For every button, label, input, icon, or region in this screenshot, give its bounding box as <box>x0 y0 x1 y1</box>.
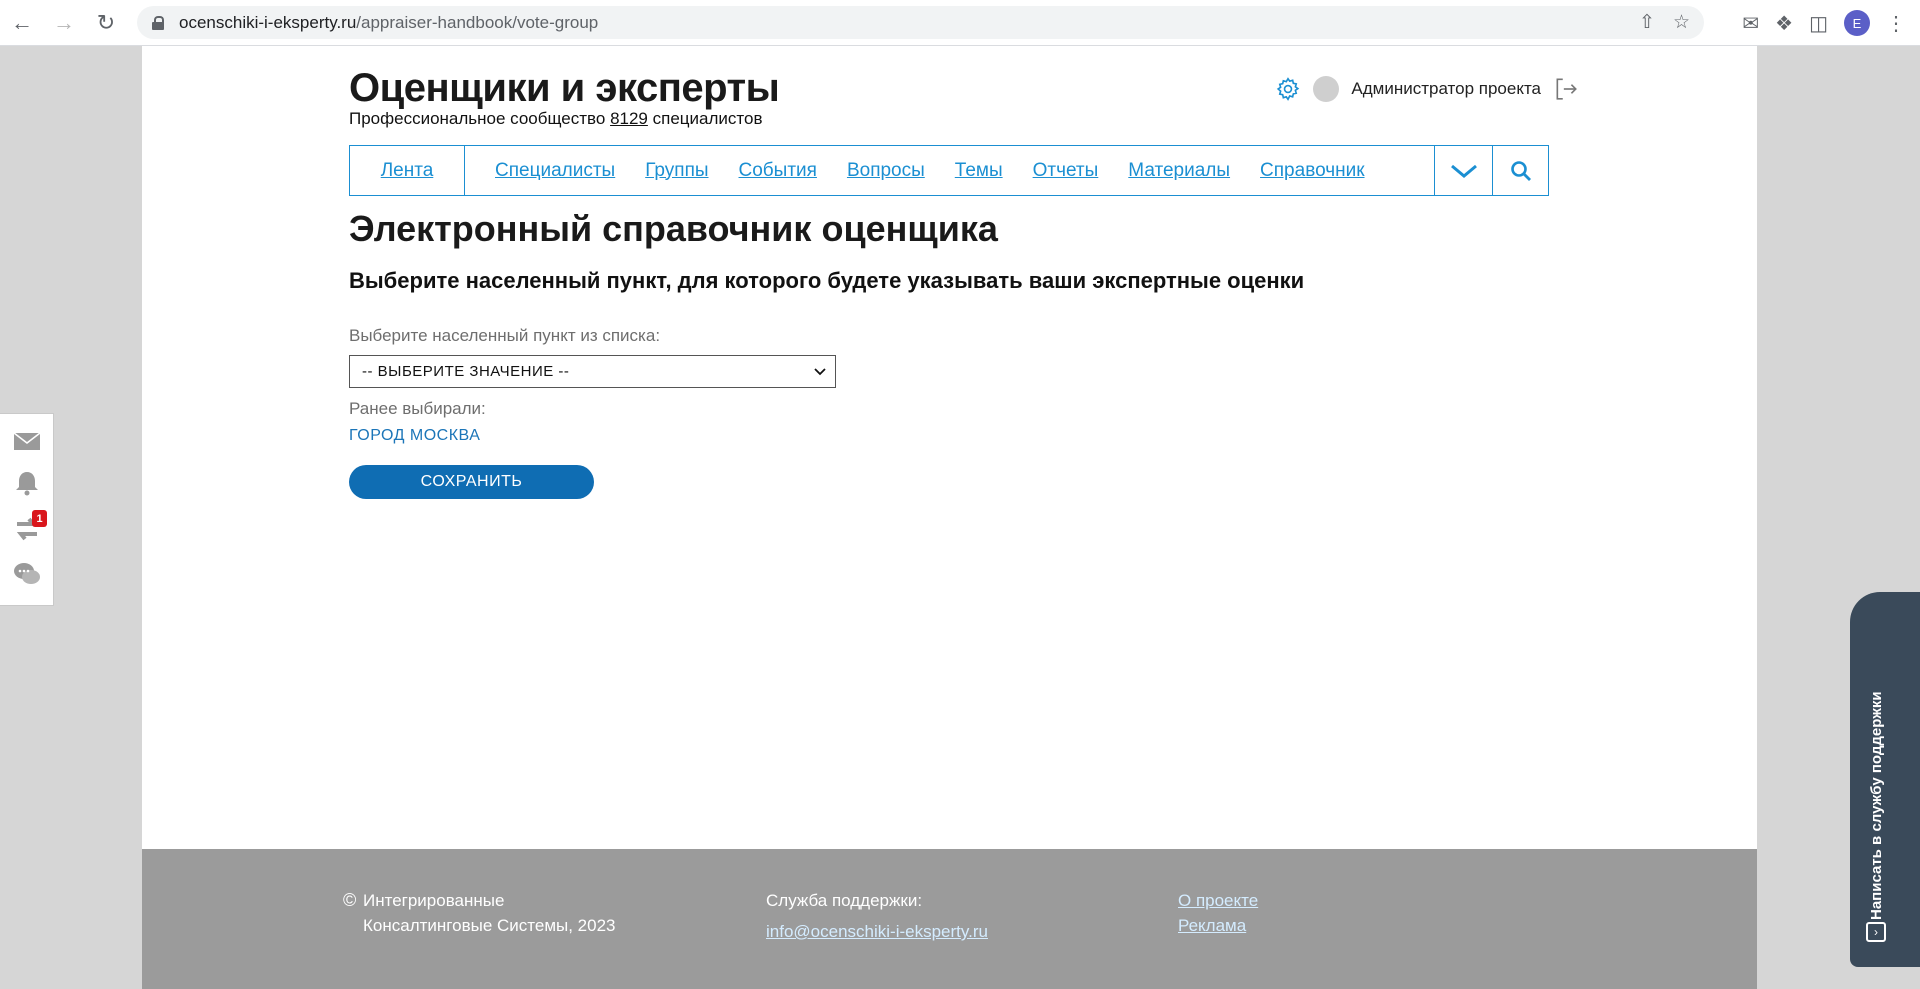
tagline-prefix: Профессиональное сообщество <box>349 109 606 128</box>
previous-selection-link[interactable]: ГОРОД МОСКВА <box>349 427 480 445</box>
support-chat-tab[interactable]: Написать в службу поддержки › <box>1850 592 1920 967</box>
reload-icon[interactable]: ↻ <box>86 3 126 43</box>
nav-more-button[interactable] <box>1434 146 1492 195</box>
browser-toolbar: ← → ↻ ocenschiki-i-eksperty.ru/appraiser… <box>0 0 1920 46</box>
user-name[interactable]: Администратор проекта <box>1351 79 1541 99</box>
locality-select-value: -- ВЫБЕРИТЕ ЗНАЧЕНИЕ -- <box>362 363 570 380</box>
search-icon <box>1510 160 1531 181</box>
chat-icon[interactable] <box>12 559 42 589</box>
chevron-down-icon <box>814 368 826 376</box>
footer: © Интегрированные Консалтинговые Системы… <box>142 849 1757 989</box>
tagline-suffix: специалистов <box>652 109 763 128</box>
copyright-icon: © <box>343 890 357 910</box>
browser-menu-icon[interactable]: ⋮ <box>1886 11 1906 36</box>
footer-copyright: © Интегрированные Консалтинговые Системы… <box>343 888 633 938</box>
nav-item-questions[interactable]: Вопросы <box>847 160 925 182</box>
specialists-count-link[interactable]: 8129 <box>610 109 648 128</box>
lock-icon[interactable] <box>152 15 166 30</box>
page-subtitle: Выберите населенный пункт, для которого … <box>349 268 1305 293</box>
side-panel-icon[interactable]: ◫ <box>1809 11 1828 36</box>
nav-search-button[interactable] <box>1492 146 1548 195</box>
url-text[interactable]: ocenschiki-i-eksperty.ru/appraiser-handb… <box>179 13 598 33</box>
support-label: Служба поддержки: <box>766 891 923 910</box>
nav-item-handbook[interactable]: Справочник <box>1260 160 1365 182</box>
forward-icon[interactable]: → <box>44 3 84 43</box>
nav-item-topics[interactable]: Темы <box>955 160 1003 182</box>
copyright-line2: Консалтинговые Системы, 2023 <box>363 916 616 935</box>
nav-items: Специалисты Группы События Вопросы Темы … <box>465 160 1434 182</box>
chevron-down-icon <box>1450 164 1477 178</box>
locality-select[interactable]: -- ВЫБЕРИТЕ ЗНАЧЕНИЕ -- <box>349 355 836 388</box>
user-avatar[interactable] <box>1313 76 1340 102</box>
nav-item-events[interactable]: События <box>739 160 817 182</box>
gmail-extension-icon[interactable]: ✉ <box>1742 11 1759 36</box>
notification-badge: 1 <box>32 510 47 527</box>
nav-item-materials[interactable]: Материалы <box>1128 160 1230 182</box>
footer-link-about[interactable]: О проекте <box>1178 888 1258 913</box>
nav-item-specialists[interactable]: Специалисты <box>495 160 615 182</box>
url-path: /appraiser-handbook/vote-group <box>356 12 599 32</box>
address-bar[interactable]: ocenschiki-i-eksperty.ru/appraiser-handb… <box>137 6 1704 39</box>
page-title: Электронный справочник оценщика <box>349 208 998 249</box>
nav-first-cell: Лента <box>350 146 465 195</box>
support-email-link[interactable]: info@ocenschiki-i-eksperty.ru <box>766 919 988 944</box>
main-nav: Лента Специалисты Группы События Вопросы… <box>349 145 1549 196</box>
support-tab-arrow-icon: › <box>1866 922 1886 942</box>
support-tab-label: Написать в службу поддержки <box>1868 691 1885 920</box>
footer-link-ads[interactable]: Реклама <box>1178 913 1258 938</box>
left-floating-panel: 1 <box>0 413 54 606</box>
bell-icon[interactable] <box>12 468 42 498</box>
nav-item-groups[interactable]: Группы <box>645 160 708 182</box>
logout-icon[interactable] <box>1553 76 1579 102</box>
share-icon[interactable]: ⇧ <box>1639 11 1655 34</box>
copyright-line1: Интегрированные <box>363 891 505 910</box>
back-icon[interactable]: ← <box>2 3 42 43</box>
page: Оценщики и эксперты Профессиональное соо… <box>142 46 1757 989</box>
mail-icon[interactable] <box>12 426 42 456</box>
footer-support: Служба поддержки: info@ocenschiki-i-eksp… <box>766 888 988 944</box>
puzzle-extensions-icon[interactable]: ❖ <box>1775 11 1793 36</box>
footer-links: О проекте Реклама <box>1178 888 1258 938</box>
nav-item-reports[interactable]: Отчеты <box>1033 160 1099 182</box>
gear-icon[interactable] <box>1275 76 1301 102</box>
site-logo[interactable]: Оценщики и эксперты <box>349 66 780 111</box>
tagline: Профессиональное сообщество 8129 специал… <box>349 109 762 129</box>
previous-selection-label: Ранее выбирали: <box>349 399 486 418</box>
nav-item-feed[interactable]: Лента <box>381 160 434 182</box>
bookmark-star-icon[interactable]: ☆ <box>1673 11 1690 34</box>
user-area: Администратор проекта <box>1275 76 1579 102</box>
url-domain: ocenschiki-i-eksperty.ru <box>179 12 357 32</box>
profile-avatar[interactable]: E <box>1844 10 1870 36</box>
locality-select-label: Выберите населенный пункт из списка: <box>349 326 661 345</box>
save-button[interactable]: СОХРАНИТЬ <box>349 465 594 499</box>
